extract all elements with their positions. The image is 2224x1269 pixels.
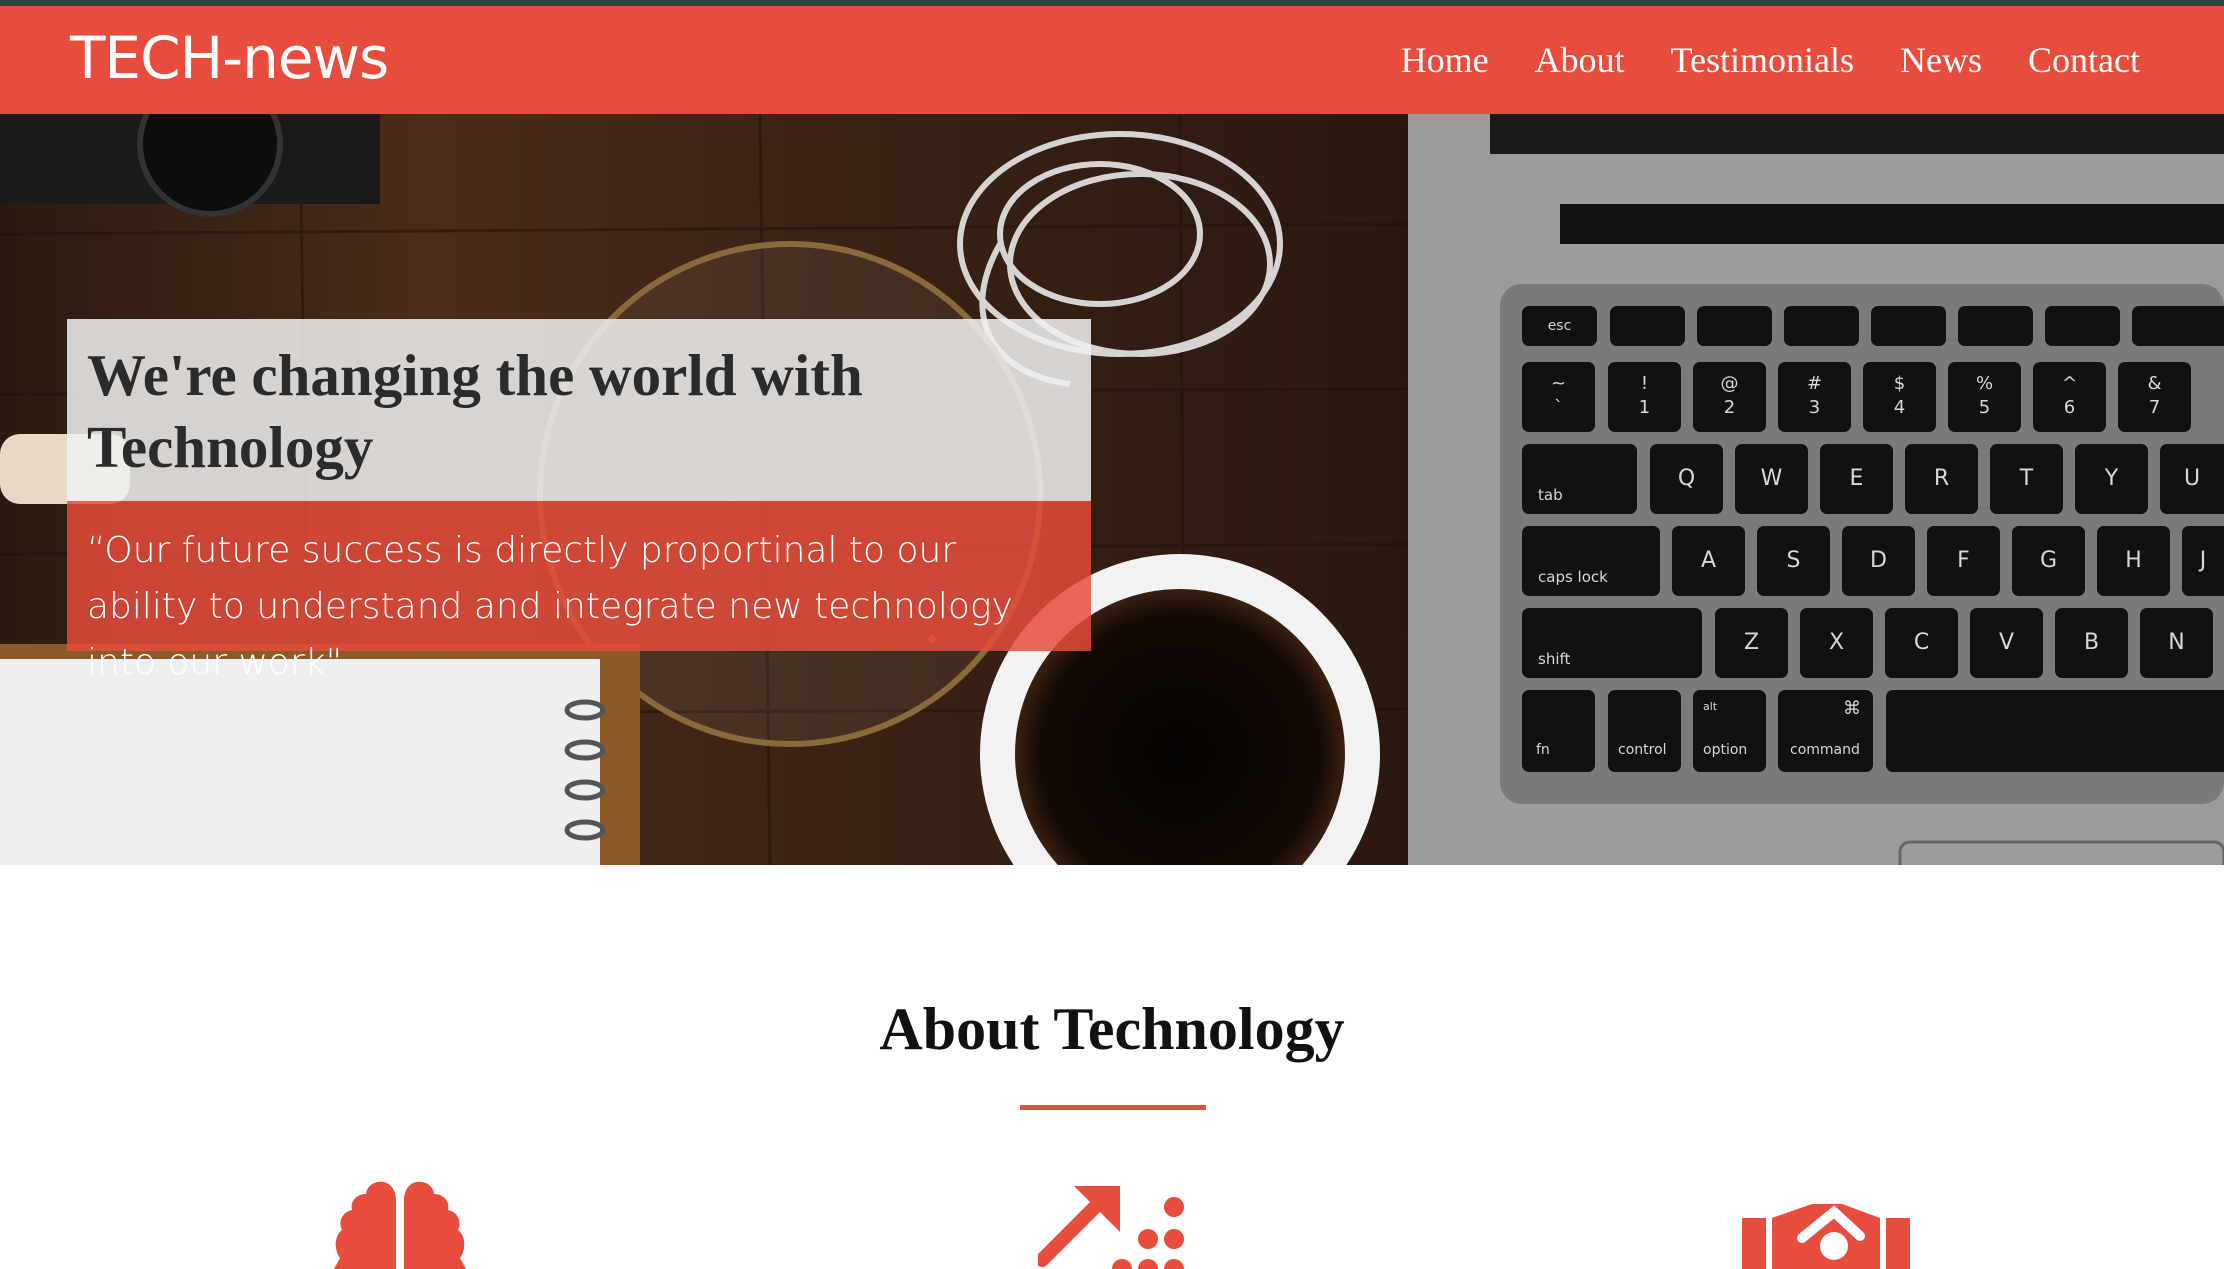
key-caps-lock: caps lock [1522,526,1660,596]
key-1: ! 1 [1608,362,1681,432]
key-tab: tab [1522,444,1637,514]
key-tilde: ~ ` [1522,362,1595,432]
key-label-bottom: 5 [1978,397,1991,418]
key-x: X [1800,608,1873,678]
key-f1 [1610,306,1685,346]
key-v: V [1970,608,2043,678]
brand-logo[interactable]: TECH-news [70,18,389,98]
key-option-label: option [1703,742,1748,758]
about-heading: About Technology [879,996,1345,1062]
key-b: B [2055,608,2128,678]
nav-home[interactable]: Home [1401,39,1489,81]
key-7: & 7 [2118,362,2191,432]
key-f4 [1871,306,1946,346]
key-y: Y [2075,444,2148,514]
key-a: A [1672,526,1745,596]
key-g: G [2012,526,2085,596]
key-z: Z [1715,608,1788,678]
key-label-top: @ [1720,373,1739,394]
key-r: R [1905,444,1978,514]
key-j: J [2182,526,2224,596]
hero-title-box: We're changing the world with Technology [67,319,1091,501]
key-label-bottom: 4 [1893,397,1906,418]
growth-chart-icon [1038,1186,1184,1269]
key-3: #3 [1778,362,1851,432]
key-label-top: & [2147,373,2162,394]
key-space [1886,690,2224,772]
key-label-top: ^ [2061,373,2078,394]
key-fn: fn [1522,690,1595,772]
key-option: alt option [1693,690,1766,772]
brain-icon [334,1181,466,1269]
key-label-bottom: ` [1554,397,1563,418]
key-f6 [2045,306,2120,346]
main-nav: Home About Testimonials News Contact [1401,6,2140,114]
key-f: F [1927,526,2000,596]
key-2: @2 [1693,362,1766,432]
key-label-bottom: 7 [2148,397,2161,418]
key-control: control [1608,690,1681,772]
key-f7 [2132,306,2224,346]
nav-about[interactable]: About [1535,39,1625,81]
key-s: S [1757,526,1830,596]
key-h: H [2097,526,2170,596]
key-command: ⌘ command [1778,690,1873,772]
navbar: TECH-news Home About Testimonials News C… [0,6,2224,114]
key-5: % 5 [1948,362,2021,432]
key-q: Q [1650,444,1723,514]
key-e: E [1820,444,1893,514]
key-label-top: $ [1893,373,1906,394]
key-label-top: % [1975,373,1994,394]
key-label-bottom: 6 [2063,397,2076,418]
key-esc: esc [1522,306,1597,346]
key-label-top: # [1806,373,1823,394]
key-label-top: ~ [1550,373,1567,394]
hero-banner: esc ~ ` ! 1 @2 #3 $4 % 5 ^ 6 & 7 tab Q W E R … [0,114,2224,865]
about-underline [1020,1105,1206,1110]
key-c: C [1885,608,1958,678]
key-command-label: command [1790,742,1860,758]
command-symbol-icon: ⌘ [1843,698,1861,719]
key-n: N [2140,608,2213,678]
key-label-top: ! [1640,373,1649,394]
key-w: W [1735,444,1808,514]
key-alt-label: alt [1703,700,1718,713]
handshake-icon [1742,1204,1910,1269]
hero-title: We're changing the world with Technology [87,342,863,480]
nav-news[interactable]: News [1900,39,1982,81]
key-4: $4 [1863,362,1936,432]
key-t: T [1990,444,2063,514]
key-6: ^ 6 [2033,362,2106,432]
key-f3 [1784,306,1859,346]
key-shift: shift [1522,608,1702,678]
key-label-bottom: 2 [1723,397,1736,418]
key-d: D [1842,526,1915,596]
key-f2 [1697,306,1772,346]
key-f5 [1958,306,2033,346]
key-label-bottom: 1 [1638,397,1651,418]
hero-quote-box: “Our future success is directly proporti… [67,501,1091,683]
nav-testimonials[interactable]: Testimonials [1671,39,1854,81]
hero-quote: “Our future success is directly proporti… [87,530,1013,683]
nav-contact[interactable]: Contact [2028,39,2140,81]
key-label-bottom: 3 [1808,397,1821,418]
key-u: U [2160,444,2224,514]
